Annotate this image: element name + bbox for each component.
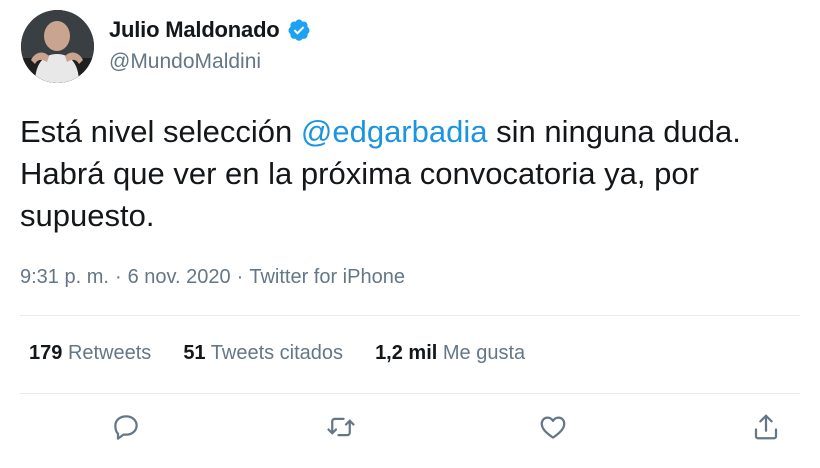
tweet-source[interactable]: Twitter for iPhone bbox=[249, 266, 405, 288]
likes-label: Me gusta bbox=[442, 342, 526, 364]
divider bbox=[20, 393, 800, 394]
retweets-stat[interactable]: 179 Retweets bbox=[29, 342, 151, 365]
reply-icon bbox=[114, 415, 138, 440]
author-display-name[interactable]: Julio Maldonado bbox=[109, 17, 280, 43]
retweet-icon bbox=[327, 417, 355, 437]
tweet-metadata: 9:31 p. m. · 6 nov. 2020 · Twitter for iPhon… bbox=[20, 266, 405, 289]
divider bbox=[20, 315, 800, 316]
tweet-time[interactable]: 9:31 p. m. bbox=[20, 266, 109, 288]
quotes-label: Tweets citados bbox=[210, 342, 344, 364]
retweets-label: Retweets bbox=[67, 342, 152, 364]
retweets-count: 179 bbox=[29, 342, 63, 364]
profile-photo-icon bbox=[21, 10, 94, 83]
likes-count: 1,2 mil bbox=[375, 342, 438, 364]
tweet-card: Julio Maldonado @MundoMaldini Está nivel… bbox=[0, 0, 820, 468]
tweet-date[interactable]: 6 nov. 2020 bbox=[128, 266, 231, 288]
share-button[interactable] bbox=[749, 410, 783, 444]
likes-stat[interactable]: 1,2 mil Me gusta bbox=[375, 342, 525, 365]
quotes-count: 51 bbox=[183, 342, 206, 364]
heart-icon bbox=[540, 416, 566, 439]
tweet-stats: 179 Retweets 51 Tweets citados 1,2 mil M… bbox=[29, 342, 557, 365]
tweet-text-part: Está nivel selección bbox=[20, 114, 301, 149]
retweet-button[interactable] bbox=[324, 410, 358, 444]
quotes-stat[interactable]: 51 Tweets citados bbox=[183, 342, 343, 365]
meta-separator: · bbox=[114, 266, 122, 288]
mention-link[interactable]: @edgarbadia bbox=[301, 114, 488, 149]
tweet-actions bbox=[0, 410, 820, 450]
tweet-text: Está nivel selección @edgarbadia sin nin… bbox=[20, 111, 810, 237]
author-handle[interactable]: @MundoMaldini bbox=[109, 50, 261, 74]
verified-badge-icon bbox=[288, 19, 310, 41]
meta-separator: · bbox=[236, 266, 244, 288]
reply-button[interactable] bbox=[109, 410, 143, 444]
like-button[interactable] bbox=[536, 410, 570, 444]
avatar[interactable] bbox=[21, 10, 94, 83]
author-name-row[interactable]: Julio Maldonado bbox=[109, 17, 311, 43]
share-icon bbox=[754, 414, 778, 440]
